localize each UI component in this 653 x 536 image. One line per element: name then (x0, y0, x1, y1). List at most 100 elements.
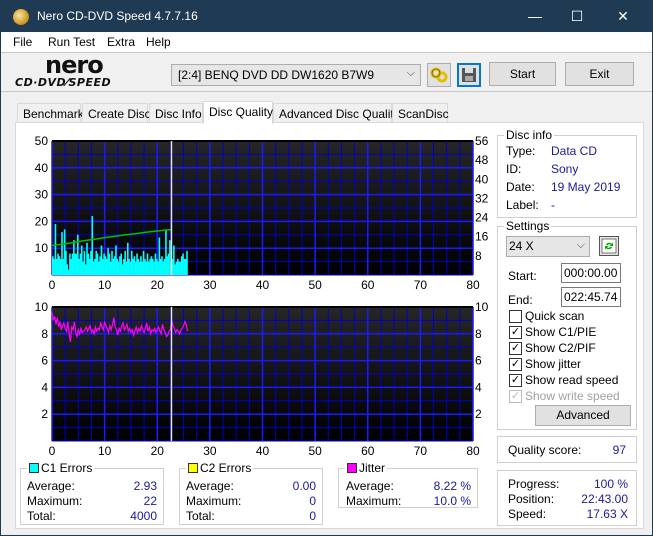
y2-tick-label: 8 (475, 327, 482, 341)
c1-maximum-label: Maximum: (27, 494, 83, 508)
quality-score-group: Quality score: 97 (497, 436, 637, 463)
disc-chain-icon (430, 67, 448, 83)
tab-advanced-disc-quality[interactable]: Advanced Disc Quality (273, 103, 400, 123)
y2-tick-label: 16 (475, 230, 489, 244)
y2-tick-label: 4 (475, 380, 482, 394)
show-jitter-label: Show jitter (525, 357, 582, 371)
end-input[interactable]: 022:45.74 (561, 287, 621, 307)
y2-tick-label: 24 (475, 211, 489, 225)
start-button[interactable]: Start (489, 62, 556, 86)
disc-info-group: Disc info Type: Data CD ID: Sony Date: 1… (497, 128, 637, 218)
c1-maximum-value: 22 (143, 494, 157, 508)
speed-select[interactable]: 24 X ⌵ (506, 236, 590, 257)
x-tick-label: 20 (151, 444, 165, 458)
c1-errors-group: C1 Errors Average: 2.93 Maximum: 22 Tota… (20, 461, 164, 525)
jitter-maximum-value: 10.0 % (433, 494, 471, 508)
quick-scan-checkbox[interactable] (509, 310, 522, 323)
tab-disc-info[interactable]: Disc Info (149, 103, 203, 123)
save-button[interactable] (457, 63, 481, 87)
jitter-title-text: Jitter (359, 461, 386, 475)
advanced-button[interactable]: Advanced (535, 405, 631, 426)
tab-disc-quality[interactable]: Disc Quality (203, 101, 273, 124)
show-c1-pie-checkbox[interactable]: ✓ (509, 326, 522, 339)
c2-total-label: Total: (186, 509, 215, 523)
jitter-group: Jitter Average: 8.22 % Maximum: 10.0 % (338, 461, 478, 508)
maximize-button[interactable]: ☐ (554, 1, 600, 32)
progress-group: Progress: 100 % Position: 22:43.00 Speed… (497, 470, 637, 526)
y2-tick-label: 40 (475, 172, 489, 186)
c2-errors-group: C2 Errors Average: 0.00 Maximum: 0 Total… (179, 461, 323, 525)
logo-nero-text: nero (45, 51, 104, 79)
quality-score-value: 97 (612, 443, 626, 457)
y-tick-label: 8 (41, 327, 48, 341)
y-tick-label: 10 (35, 300, 49, 314)
disc-type-value: Data CD (551, 144, 598, 158)
menu-file[interactable]: File (13, 35, 32, 49)
x-tick-label: 0 (49, 444, 56, 458)
disc-id-label: ID: (506, 162, 522, 176)
show-jitter-checkbox[interactable]: ✓ (509, 358, 522, 371)
jitter-title: Jitter (345, 461, 388, 475)
refresh-icon (601, 238, 617, 254)
x-tick-label: 10 (98, 444, 112, 458)
tab-create-disc[interactable]: Create Disc (82, 103, 151, 123)
position-label: Position: (508, 492, 555, 506)
show-c2-pif-checkbox[interactable]: ✓ (509, 342, 522, 355)
y-tick-label: 2 (41, 407, 48, 421)
menu-extra[interactable]: Extra (107, 35, 135, 49)
tab-scandisc[interactable]: ScanDisc (392, 103, 449, 123)
x-tick-label: 70 (414, 444, 428, 458)
y2-tick-label: 6 (475, 354, 482, 368)
drive-select[interactable]: [2:4] BENQ DVD DD DW1620 B7W9 ⌵ (171, 64, 421, 86)
quality-score-label: Quality score: (508, 443, 582, 457)
c2-color-swatch (188, 463, 198, 473)
app-window: Nero CD-DVD Speed 4.7.7.16 — ☐ ✕ File Ru… (0, 0, 653, 536)
disc-date-label: Date: (506, 180, 535, 194)
exit-button[interactable]: Exit (565, 62, 634, 86)
start-input[interactable]: 000:00.00 (561, 263, 621, 283)
menu-run-test[interactable]: Run Test (48, 35, 95, 49)
disc-id-value: Sony (551, 162, 579, 176)
minimize-button[interactable]: — (512, 1, 558, 32)
disc-label-value: - (551, 198, 555, 212)
y2-tick-label: 32 (475, 191, 489, 205)
close-button[interactable]: ✕ (600, 1, 646, 32)
x-tick-label: 40 (256, 444, 270, 458)
show-read-speed-checkbox[interactable]: ✓ (509, 374, 522, 387)
speed-value: 17.63 X (586, 507, 628, 521)
menu-help[interactable]: Help (146, 35, 171, 49)
c1-color-swatch (29, 463, 39, 473)
y2-tick-label: 8 (475, 249, 482, 263)
y-tick-label: 30 (35, 188, 49, 202)
window-title: Nero CD-DVD Speed 4.7.7.16 (37, 9, 198, 23)
jitter-maximum-label: Maximum: (346, 494, 402, 508)
position-value: 22:43.00 (581, 492, 628, 506)
nero-cd-dvd-speed-logo: nero CD·DVD⁄SPEED (15, 51, 133, 91)
tab-benchmark[interactable]: Benchmark (17, 103, 84, 123)
show-write-speed-label: Show write speed (525, 389, 620, 403)
disc-quality-panel: 0 10 20 30 40 50 60 70 80 10 20 30 40 50 8 16 24 32 40 48 56… (15, 122, 644, 529)
drive-select-value: [2:4] BENQ DVD DD DW1620 B7W9 (178, 68, 375, 82)
x-tick-label: 50 (308, 444, 322, 458)
show-c2-pif-label: Show C2/PIF (525, 341, 596, 355)
speed-select-value: 24 X (509, 239, 534, 253)
y2-tick-label: 10 (475, 300, 489, 314)
c1-errors-title: C1 Errors (27, 461, 95, 475)
drive-info-button[interactable] (427, 63, 451, 87)
disc-date-value: 19 May 2019 (551, 180, 621, 194)
refresh-speed-button[interactable] (599, 236, 619, 256)
nero-app-icon (13, 9, 29, 25)
y-tick-label: 40 (35, 161, 49, 175)
menu-bar: File Run Test Extra Help (1, 32, 652, 52)
logo-speed-text: CD·DVD⁄SPEED (15, 76, 112, 89)
c2-average-label: Average: (186, 479, 234, 493)
floppy-disk-icon (462, 68, 476, 82)
jitter-average-value: 8.22 % (433, 479, 471, 493)
settings-group: Settings 24 X ⌵ Start: 000:00.00 End: 02… (497, 219, 637, 430)
c1-title-text: C1 Errors (41, 461, 93, 475)
c1-total-value: 4000 (130, 509, 157, 523)
y2-tick-label: 48 (475, 153, 489, 167)
c1-average-label: Average: (27, 479, 75, 493)
jitter-color-swatch (347, 463, 357, 473)
c2-average-value: 0.00 (292, 479, 316, 493)
